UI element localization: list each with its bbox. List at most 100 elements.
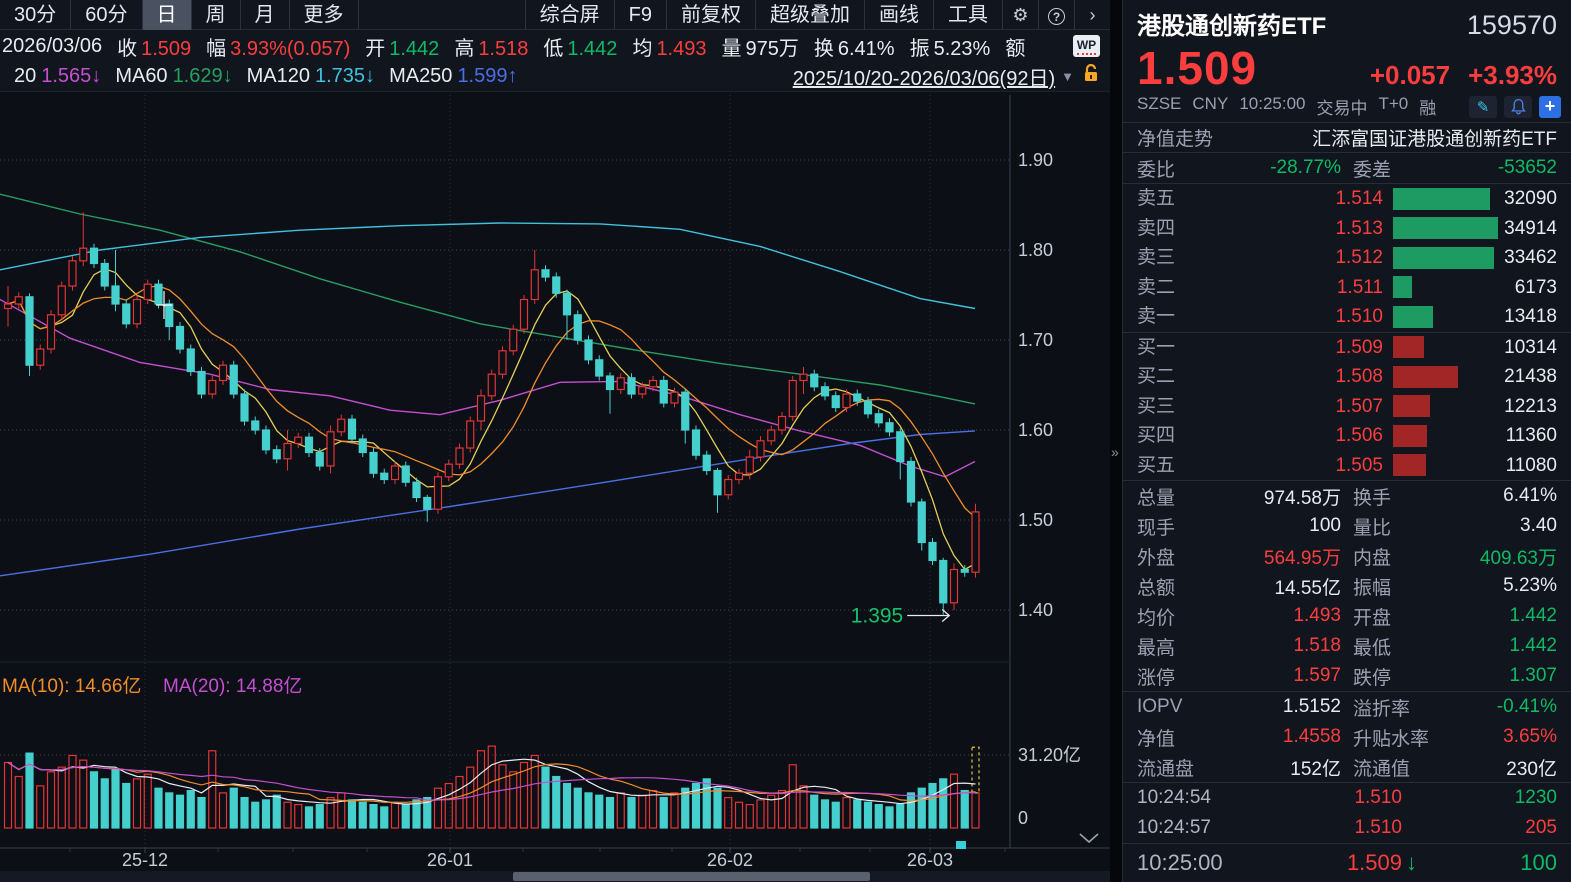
price-axis-label: 1.70 [1018,330,1053,350]
market-info-row: SZSECNY10:25:00交易中T+0融 ✎ + [1123,95,1571,123]
queue-volume-bar [1393,454,1426,476]
menu-item-前复权[interactable]: 前复权 [666,0,755,30]
stat-row: 外盘564.95万内盘409.63万 [1123,541,1571,571]
period-toolbar: 30分60分日周月更多 综合屏F9前复权超级叠加画线工具 ⚙ ? › [0,0,1110,30]
queue-volume-bar [1393,247,1494,269]
chevron-right-icon[interactable]: › [1074,0,1110,30]
iopv-row: 净值1.4558升贴水率3.65% [1123,722,1571,752]
weibi-label: 委比 [1137,155,1223,182]
buy-queue-row[interactable]: 买一1.50910314 [1123,333,1571,363]
stat-row: 涨停1.597跌停1.307 [1123,661,1571,691]
price-axis-label: 1.80 [1018,240,1053,260]
divider-grip-icon[interactable]: » [1111,444,1119,460]
kline-chart[interactable]: MA(10): 14.66亿 MA(20): 14.88亿 1.90 1.80 1.70… [0,0,1110,882]
iopv-grid: IOPV1.5152溢折率-0.41%净值1.4558升贴水率3.65%流通盘1… [1123,691,1571,782]
weibi-row: 委比 -28.77% 委差 -53652 [1123,153,1571,184]
period-tab-日[interactable]: 日 [143,0,192,30]
order-book: 卖五1.51432090卖四1.51334914卖三1.51233462卖二1.… [1123,184,1571,480]
trading-terminal: MA(10): 14.66亿 MA(20): 14.88亿 1.90 1.80 1.70… [0,0,1571,882]
queue-volume-bar [1393,395,1430,417]
wp-widget-icon[interactable]: WP [1073,35,1100,57]
last-price: 1.509 [1137,41,1257,95]
quote-item: 开1.442 [365,32,439,61]
quote-date: 2026/03/06 [2,35,102,58]
ma-legend-item: 201.565↓ [14,65,101,88]
sell-queue-row[interactable]: 卖二1.5116173 [1123,273,1571,303]
buy-queue-row[interactable]: 买四1.50611360 [1123,421,1571,451]
quote-item: 高1.518 [454,32,528,61]
price-axis-label: 1.90 [1018,150,1053,170]
grid [0,95,1010,848]
quote-item: 幅3.93%(0.057) [206,32,350,61]
menu-item-工具[interactable]: 工具 [933,0,1002,30]
menu-item-画线[interactable]: 画线 [864,0,933,30]
stats-grid: 总量974.58万换手6.41%现手100量比3.40外盘564.95万内盘40… [1123,480,1571,691]
weicha-value: -53652 [1463,157,1557,179]
queue-volume-bar [1393,276,1412,298]
nav-label: 净值走势 [1137,124,1213,151]
top-menu: 综合屏F9前复权超级叠加画线工具 ⚙ ? › [525,0,1110,30]
quote-bar: 2026/03/06 收1.509 幅3.93%(0.057) 开1.442 高1.5… [0,30,1110,62]
date-range-selector[interactable]: 2025/10/20-2026/03/06(92日) [793,62,1055,91]
quote-item: 收1.509 [117,32,191,61]
panel-divider[interactable]: » [1110,0,1122,882]
alert-bell-icon[interactable] [1504,96,1532,118]
sell-queue-row[interactable]: 卖五1.51432090 [1123,184,1571,214]
ma-bar: 201.565↓MA601.629↓MA1201.735↓MA2501.599↑… [0,62,1110,92]
chart-scrollbar[interactable] [0,871,1110,882]
time-sales-list[interactable]: 10:24:541.510123010:24:571.51020510:25:0… [1123,782,1571,881]
edit-pencil-icon[interactable]: ✎ [1469,96,1497,118]
queue-volume-bar [1393,366,1458,388]
settings-gear-icon[interactable]: ⚙ [1002,0,1038,30]
lock-icon[interactable] [1082,64,1100,89]
menu-item-F9[interactable]: F9 [614,0,666,30]
volume-ma-VMA10 [8,763,976,803]
price-change: +0.057+3.93% [1352,60,1557,91]
volume-ma-label: MA(10): 14.66亿 [2,675,141,697]
market-info-item: T+0 [1379,94,1409,119]
volume-ma-label: MA(20): 14.88亿 [163,675,302,697]
period-tab-月[interactable]: 月 [241,0,290,30]
iopv-row: 流通盘152亿流通值230亿 [1123,752,1571,782]
queue-volume-bar [1393,217,1498,239]
add-watchlist-icon[interactable]: + [1539,96,1561,118]
buy-queue-row[interactable]: 买五1.50511080 [1123,451,1571,481]
price-axis-label: 1.40 [1018,600,1053,620]
volume-axis-top-label: 31.20亿 [1018,745,1081,765]
queue-volume-bar [1393,336,1424,358]
chart-scrollbar-thumb[interactable] [513,872,870,881]
sell-queue-row[interactable]: 卖三1.51233462 [1123,243,1571,273]
collapse-chevron-icon[interactable] [1080,834,1098,842]
market-info-item: 交易中 [1317,94,1368,119]
current-day-marker [956,841,966,849]
queue-volume-bar [1393,188,1490,210]
quote-panel: 港股通创新药ETF 159570 1.509 +0.057+3.93% SZSE… [1122,0,1571,882]
range-dropdown-icon[interactable]: ▼ [1061,69,1074,84]
market-info-item: CNY [1192,94,1228,119]
sell-queue-row[interactable]: 卖一1.51013418 [1123,302,1571,332]
volume-series [5,746,980,828]
menu-item-综合屏[interactable]: 综合屏 [525,0,614,30]
stat-row: 现手100量比3.40 [1123,511,1571,541]
buy-queue-row[interactable]: 买三1.50712213 [1123,392,1571,422]
period-tab-更多[interactable]: 更多 [290,0,359,30]
help-icon[interactable]: ? [1038,0,1074,30]
period-tab-60分[interactable]: 60分 [71,0,142,30]
weibi-value: -28.77% [1223,157,1341,179]
ma-legend-item: MA2501.599↑ [389,65,517,88]
stock-name: 港股通创新药ETF [1137,6,1326,41]
nav-row[interactable]: 净值走势 汇添富国证港股通创新药ETF [1123,123,1571,153]
market-info-item: SZSE [1137,94,1181,119]
menu-item-超级叠加[interactable]: 超级叠加 [755,0,864,30]
period-tab-30分[interactable]: 30分 [0,0,71,30]
ma-line-MA250 [0,431,975,576]
ma-legend-item: MA601.629↓ [115,65,232,88]
buy-queue-row[interactable]: 买二1.50821438 [1123,362,1571,392]
period-tab-周[interactable]: 周 [192,0,241,30]
quote-item: 额 [1005,32,1029,61]
projected-volume-bar [972,747,979,793]
quote-item: 量975万 [722,32,799,61]
price-axis-label: 1.60 [1018,420,1053,440]
trade-tick-row: 10:25:001.509↓100 [1123,843,1571,881]
sell-queue-row[interactable]: 卖四1.51334914 [1123,214,1571,244]
